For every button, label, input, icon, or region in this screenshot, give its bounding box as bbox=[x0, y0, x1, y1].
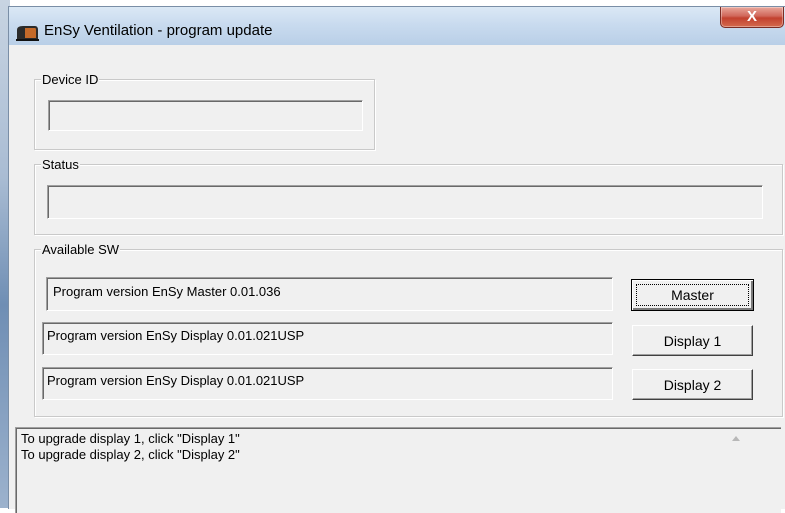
sw-version-text: Program version EnSy Display 0.01.021USP bbox=[47, 328, 305, 343]
window-title: EnSy Ventilation - program update bbox=[44, 22, 273, 39]
sw-version-text: Program version EnSy Master 0.01.036 bbox=[53, 284, 281, 299]
display-1-button[interactable]: Display 1 bbox=[632, 325, 753, 356]
log-text-area[interactable]: To upgrade display 1, click "Display 1" … bbox=[15, 427, 781, 513]
scroll-up-arrow-icon[interactable] bbox=[732, 436, 740, 441]
sw-version-field-display-2: Program version EnSy Display 0.01.021USP bbox=[42, 367, 613, 400]
close-button[interactable]: X bbox=[720, 7, 784, 28]
log-line: To upgrade display 1, click "Display 1" bbox=[21, 431, 240, 446]
close-icon: X bbox=[746, 8, 757, 25]
program-update-window: EnSy Ventilation - program update X Devi… bbox=[8, 6, 785, 513]
status-field[interactable] bbox=[47, 185, 763, 219]
sw-version-field-display-1: Program version EnSy Display 0.01.021USP bbox=[42, 322, 613, 355]
available-sw-label: Available SW bbox=[41, 242, 121, 257]
sw-version-text: Program version EnSy Display 0.01.021USP bbox=[47, 373, 305, 388]
device-id-label: Device ID bbox=[41, 72, 100, 87]
master-button-label: Master bbox=[671, 287, 714, 303]
display-2-button[interactable]: Display 2 bbox=[632, 369, 753, 400]
display-1-button-label: Display 1 bbox=[663, 332, 722, 349]
app-icon bbox=[16, 26, 39, 41]
master-button[interactable]: Master bbox=[631, 279, 754, 311]
dialog-client-area: Device ID Status Available SW Program ve… bbox=[15, 46, 783, 513]
title-bar[interactable]: EnSy Ventilation - program update X bbox=[9, 7, 785, 45]
log-line: To upgrade display 2, click "Display 2" bbox=[21, 447, 240, 462]
status-label: Status bbox=[41, 157, 80, 172]
sw-version-field-master: Program version EnSy Master 0.01.036 bbox=[46, 277, 613, 311]
device-id-field[interactable] bbox=[48, 100, 363, 131]
display-2-button-label: Display 2 bbox=[663, 376, 722, 393]
